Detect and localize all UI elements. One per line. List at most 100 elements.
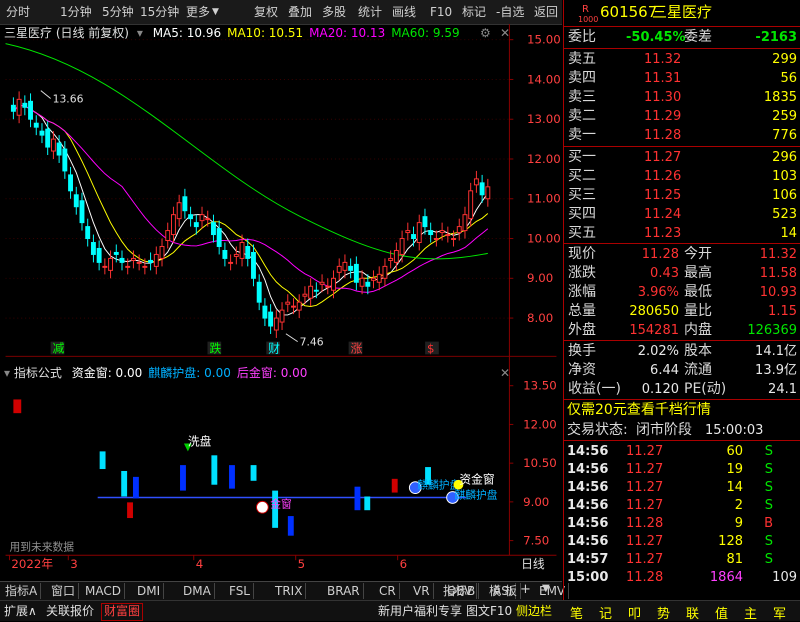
quick-icon-0[interactable]: 笔 [570, 603, 583, 622]
sidebar-link[interactable]: 侧边栏 [516, 603, 552, 619]
tab-9[interactable]: VR [410, 583, 434, 599]
date-label: 3 [70, 557, 77, 570]
stat-value: 13.9亿 [755, 363, 797, 378]
tab-2[interactable]: MACD [82, 583, 125, 599]
expand-button[interactable]: 扩展∧ [4, 603, 37, 619]
tick-volume: 60 [726, 444, 743, 459]
promo-row[interactable]: 仅需20元查看千档行情 [564, 401, 800, 420]
tb-f10[interactable]: F10 [430, 3, 452, 21]
related-quote-button[interactable]: 关联报价 [46, 603, 94, 619]
quick-icon-2[interactable]: 叩 [628, 603, 641, 622]
sell-level-4[interactable]: 卖四 11.31 56 [564, 69, 800, 88]
quick-icon-6[interactable]: 主 [744, 603, 757, 622]
tb-more[interactable]: 更多 [186, 3, 210, 21]
tick-price: 11.27 [626, 480, 664, 495]
ma-label: MA20: 10.13 [309, 26, 386, 40]
candle-body [125, 265, 131, 268]
candle-body [462, 214, 468, 232]
close-icon[interactable]: ✕ [500, 26, 510, 40]
buy-level-2[interactable]: 买二 11.26 103 [564, 167, 800, 186]
buy-level-5[interactable]: 买五 11.23 14 [564, 224, 800, 243]
candle-body [113, 251, 119, 255]
tab-7[interactable]: BRAR [324, 583, 364, 599]
candle-body [331, 277, 336, 291]
indicator-menu-icon[interactable]: ▾ [4, 366, 10, 380]
order-price: 11.31 [644, 71, 682, 86]
tabs-dropdown-icon[interactable]: ▼ [542, 583, 550, 594]
tb-biaoji[interactable]: 标记 [462, 3, 486, 21]
tab-1[interactable]: 窗口 [48, 583, 80, 599]
add-tab-icon[interactable]: + [520, 582, 531, 597]
sell-level-1[interactable]: 卖一 11.28 776 [564, 126, 800, 145]
quick-icon-3[interactable]: 势 [657, 603, 670, 622]
tab-0[interactable]: 指标A [2, 583, 42, 599]
price-tick-label: 10.00 [527, 231, 561, 245]
more-dropdown-icon[interactable]: ▼ [212, 3, 219, 21]
tb-5min[interactable]: 5分钟 [102, 3, 134, 21]
settings-icon[interactable]: ⚙ [480, 26, 491, 40]
quick-icon-5[interactable]: 值 [715, 603, 728, 622]
order-price: 11.30 [644, 90, 682, 105]
stock-header: R 1000 601567 三星医疗 [564, 3, 800, 25]
stat-value: 0.120 [641, 382, 679, 397]
tb-fuquan[interactable]: 复权 [254, 3, 278, 21]
candle-body [365, 281, 371, 287]
indicator-close-icon[interactable]: ✕ [500, 366, 510, 380]
tb-huaxian[interactable]: 画线 [392, 3, 416, 21]
stat2-row: 净资 6.44 流通 13.9亿 [564, 361, 800, 380]
indicator-field: 麒麟护盘: 0.00 [148, 366, 231, 380]
candle-body [336, 265, 342, 273]
tb-1min[interactable]: 1分钟 [60, 3, 92, 21]
tick-time: 14:57 [567, 552, 609, 567]
order-price: 11.28 [644, 128, 682, 143]
tab-13[interactable]: 指标B [440, 583, 480, 599]
quick-icon-4[interactable]: 联 [686, 603, 699, 622]
tb-zixuan[interactable]: -自选 [496, 3, 524, 21]
new-user-link[interactable]: 新用户福利专享 [378, 603, 462, 619]
ind-tick-label: 7.50 [523, 534, 549, 548]
sell-level-5[interactable]: 卖五 11.32 299 [564, 50, 800, 69]
order-label: 买五 [568, 225, 596, 241]
tb-tongji[interactable]: 统计 [358, 3, 382, 21]
candle-body [193, 222, 199, 228]
candle-body [159, 245, 165, 259]
buy-level-3[interactable]: 买三 11.25 106 [564, 186, 800, 205]
candle-body [205, 218, 211, 221]
tb-duogu[interactable]: 多股 [322, 3, 346, 21]
wealth-circle-button[interactable]: 财富圈 [101, 603, 144, 621]
ma5-line [13, 104, 489, 316]
candle-body [468, 190, 474, 220]
tb-15min[interactable]: 15分钟 [140, 3, 179, 21]
indicator-bar [364, 496, 371, 511]
order-label: 卖五 [568, 51, 596, 67]
promo-text[interactable]: 仅需20元查看千档行情 [567, 401, 711, 420]
chart-menu-icon[interactable]: ▾ [137, 26, 143, 40]
chart-title: 三星医疗 (日线 前复权) [4, 26, 129, 40]
buy-level-4[interactable]: 买四 11.24 523 [564, 205, 800, 224]
f10-link[interactable]: 图文F10 [466, 603, 512, 619]
stat-value: 1.15 [768, 304, 797, 319]
tab-3[interactable]: DMI [134, 583, 165, 599]
kline-chart[interactable]: 洗盘金窗麒麟护盘麒麟护盘资金窗用到未来数据 15.0014.0013.0012.… [0, 24, 562, 570]
sell-level-3[interactable]: 卖三 11.30 1835 [564, 88, 800, 107]
order-label: 买四 [568, 206, 596, 222]
quick-icon-1[interactable]: 记 [599, 603, 612, 622]
tab-4[interactable]: DMA [180, 583, 215, 599]
tab-14[interactable]: 模 板 [486, 583, 521, 599]
candle-body [85, 226, 91, 240]
tab-6[interactable]: TRIX [272, 583, 307, 599]
quick-icon-7[interactable]: 军 [773, 603, 786, 622]
tb-fanhui[interactable]: 返回 [534, 3, 558, 21]
tab-5[interactable]: FSL [226, 583, 254, 599]
sell-level-2[interactable]: 卖二 11.29 259 [564, 107, 800, 126]
buy-level-1[interactable]: 买一 11.27 296 [564, 148, 800, 167]
candle-body [359, 277, 365, 287]
stat-row: 涨跌 0.43 最高 11.58 [564, 264, 800, 283]
stat-value: 11.32 [759, 247, 797, 262]
tb-fenshi[interactable]: 分时 [6, 3, 30, 21]
stat-label: 总量 [568, 303, 596, 319]
tab-8[interactable]: CR [376, 583, 400, 599]
tb-diejia[interactable]: 叠加 [288, 3, 312, 21]
ind-tick-label: 9.00 [523, 495, 549, 509]
indicator-bar [99, 451, 106, 470]
